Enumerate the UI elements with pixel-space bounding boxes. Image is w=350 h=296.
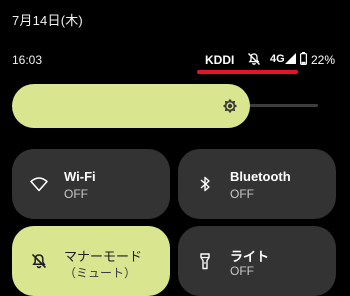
tile-silent-mode-title: マナーモード [64,249,143,264]
carrier-name: KDDI [205,53,235,67]
tile-silent-mode[interactable]: マナーモード （ミュート） [12,226,170,296]
sun-icon [222,98,238,114]
tile-wifi-state: OFF [64,187,88,201]
tile-bluetooth-title: Bluetooth [230,169,291,184]
brightness-slider-track[interactable] [245,104,318,107]
battery-icon [300,52,307,65]
signal-icon [285,53,296,64]
bluetooth-icon [200,176,210,192]
tile-wifi[interactable]: Wi-Fi OFF [12,149,170,219]
network-type: 4G [270,53,285,65]
tile-flashlight-title: ライト [230,249,270,264]
tile-bluetooth[interactable]: Bluetooth OFF [178,149,336,219]
tile-silent-mode-state: （ミュート） [64,266,137,280]
tile-flashlight[interactable]: ライト OFF [178,226,336,296]
tile-flashlight-state: OFF [230,264,254,278]
brightness-slider[interactable] [12,84,250,128]
flashlight-icon [200,253,210,270]
tile-wifi-title: Wi-Fi [64,169,96,184]
mute-icon [31,253,47,269]
status-bar: 16:03 KDDI 4G 22% [0,50,350,72]
battery-percentage: 22% [311,53,336,67]
clock-time: 16:03 [12,53,43,67]
wifi-icon [30,177,48,192]
tile-bluetooth-state: OFF [230,187,254,201]
status-highlight-underline [197,70,298,74]
date-label: 7月14日(木) [12,13,83,28]
mute-icon [248,53,260,65]
